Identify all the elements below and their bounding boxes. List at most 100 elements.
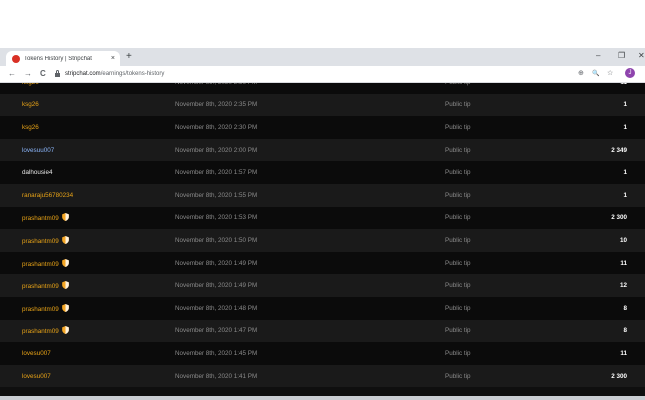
username-text: ksg26 [22,123,39,131]
table-row: prashantm09 November 8th, 2020 1:49 PM Pub… [0,274,645,297]
type-cell: Public tip [445,372,471,380]
amount-cell: 11 [620,259,627,267]
reload-icon[interactable]: C [40,68,46,80]
username-text: prashantm09 [22,305,59,313]
minimize-button[interactable]: – [596,50,600,62]
shield-badge-icon [61,303,69,312]
table-row: prashantm09 November 8th, 2020 1:53 PM Pub… [0,206,645,230]
date-cell: November 8th, 2020 1:45 PM [175,349,258,357]
amount-cell: 2 349 [611,146,627,154]
date-cell: November 8th, 2020 1:49 PM [175,282,258,290]
type-cell: Public tip [445,146,471,154]
username-link[interactable]: prashantm09 [22,281,69,290]
date-cell: November 8th, 2020 1:48 PM [175,304,258,312]
table-row: lovesuu007 November 8th, 2020 2:00 PM Publ… [0,138,645,162]
back-icon[interactable]: ← [8,68,16,80]
username-text: ksg26 [22,101,39,109]
url-host: stripchat.com [65,71,101,77]
amount-cell: 8 [623,304,627,312]
type-cell: Public tip [445,169,471,177]
date-cell: November 8th, 2020 1:41 PM [175,372,258,380]
username-link[interactable]: lovesu007 [22,373,51,380]
lock-icon [55,70,60,77]
username-link[interactable]: prashantm09 [22,213,69,222]
address-bar[interactable]: stripchat.com/earnings/tokens-history [55,68,565,80]
type-cell: Public tip [445,83,471,86]
forward-icon[interactable]: → [24,68,32,80]
type-cell: Public tip [445,327,471,335]
amount-cell: 1 [623,169,627,177]
amount-cell: 11 [620,83,627,86]
username-text: prashantm09 [22,215,59,223]
search-icon[interactable]: 🔍 [592,68,599,80]
amount-cell: 11 [620,349,627,357]
username-link[interactable]: prashantm09 [22,258,69,268]
table-row: prashantm09 November 8th, 2020 1:50 PM Pub… [0,229,645,252]
username-text: lovesuu007 [22,146,55,154]
table-row: dalhousie4 November 8th, 2020 1:57 PM Publ… [0,161,645,184]
shield-badge-icon [61,258,69,267]
shield-badge-icon [61,235,69,244]
shield-badge-icon [61,326,69,335]
table-row: prashantm09 November 8th, 2020 1:48 PM Pub… [0,297,645,320]
amount-cell: 2 300 [611,372,627,380]
zoom-icon[interactable]: ⊕ [578,68,584,80]
date-cell: November 8th, 2020 1:55 PM [175,191,258,199]
type-cell: Public tip [445,349,471,357]
username-text: ranaraju56780234 [22,191,74,199]
username-link[interactable]: ksg26 [22,83,39,86]
type-cell: Public tip [445,304,471,312]
username-text: prashantm09 [22,237,59,245]
new-tab-button[interactable]: + [126,51,132,63]
stripchat-favicon-icon [12,54,20,63]
date-cell: November 8th, 2020 2:35 PM [175,101,258,109]
type-cell: Public tip [445,101,471,109]
type-cell: Public tip [445,123,471,131]
desktop-background [0,0,645,48]
username-link[interactable]: prashantm09 [22,235,69,245]
date-cell: November 8th, 2020 1:47 PM [175,327,258,335]
username-text: lovesu007 [22,349,51,357]
type-cell: Public tip [445,236,471,244]
username-link[interactable]: ksg26 [22,101,39,108]
username-link[interactable]: ranaraju56780234 [22,192,73,199]
username-link[interactable]: prashantm09 [22,303,69,313]
browser-tab[interactable]: Tokens History | Stripchat × [6,51,120,66]
date-cell: November 8th, 2020 1:53 PM [175,214,258,222]
profile-avatar[interactable]: J [625,68,635,78]
username-link[interactable]: dalhousie4 [22,169,52,176]
type-cell: Public tip [445,259,471,267]
amount-cell: 1 [623,101,627,109]
username-text: ksg26 [22,83,39,86]
shield-badge-icon [61,281,69,290]
date-cell: November 8th, 2020 1:57 PM [175,169,258,177]
username-text: prashantm09 [22,328,59,336]
table-row: ksg26 November 8th, 2020 2:35 PM Public ti… [0,93,645,117]
username-link[interactable]: lovesu007 [22,350,51,357]
amount-cell: 2 300 [611,214,627,222]
username-link[interactable]: ksg26 [22,124,39,131]
amount-cell: 1 [623,191,627,199]
username-text: prashantm09 [22,283,59,291]
table-row: prashantm09 November 8th, 2020 1:47 PM Pub… [0,319,645,343]
tab-title: Tokens History | Stripchat [24,55,92,62]
date-cell: November 8th, 2020 2:00 PM [175,146,258,154]
table-row: ranaraju56780234 November 8th, 2020 1:55 … [0,184,645,207]
bookmark-star-icon[interactable]: ☆ [607,68,613,80]
type-cell: Public tip [445,214,471,222]
date-cell: November 8th, 2020 2:30 PM [175,123,258,131]
username-link[interactable]: prashantm09 [22,326,69,335]
type-cell: Public tip [445,282,471,290]
amount-cell: 1 [623,123,627,131]
username-link[interactable]: lovesuu007 [22,147,54,154]
tab-close-icon[interactable]: × [111,55,115,62]
maximize-button[interactable]: ❐ [618,50,625,62]
url-path: /earnings/tokens-history [100,71,165,77]
date-cell: November 8th, 2020 2:36 PM [175,83,257,86]
close-window-button[interactable]: ✕ [638,50,645,62]
shield-badge-icon [61,213,69,222]
username-text: prashantm09 [22,260,59,268]
type-cell: Public tip [445,191,471,199]
tokens-history-table: ksg26 November 8th, 2020 2:36 PM Public ti… [0,83,645,396]
date-cell: November 8th, 2020 1:50 PM [175,236,258,244]
